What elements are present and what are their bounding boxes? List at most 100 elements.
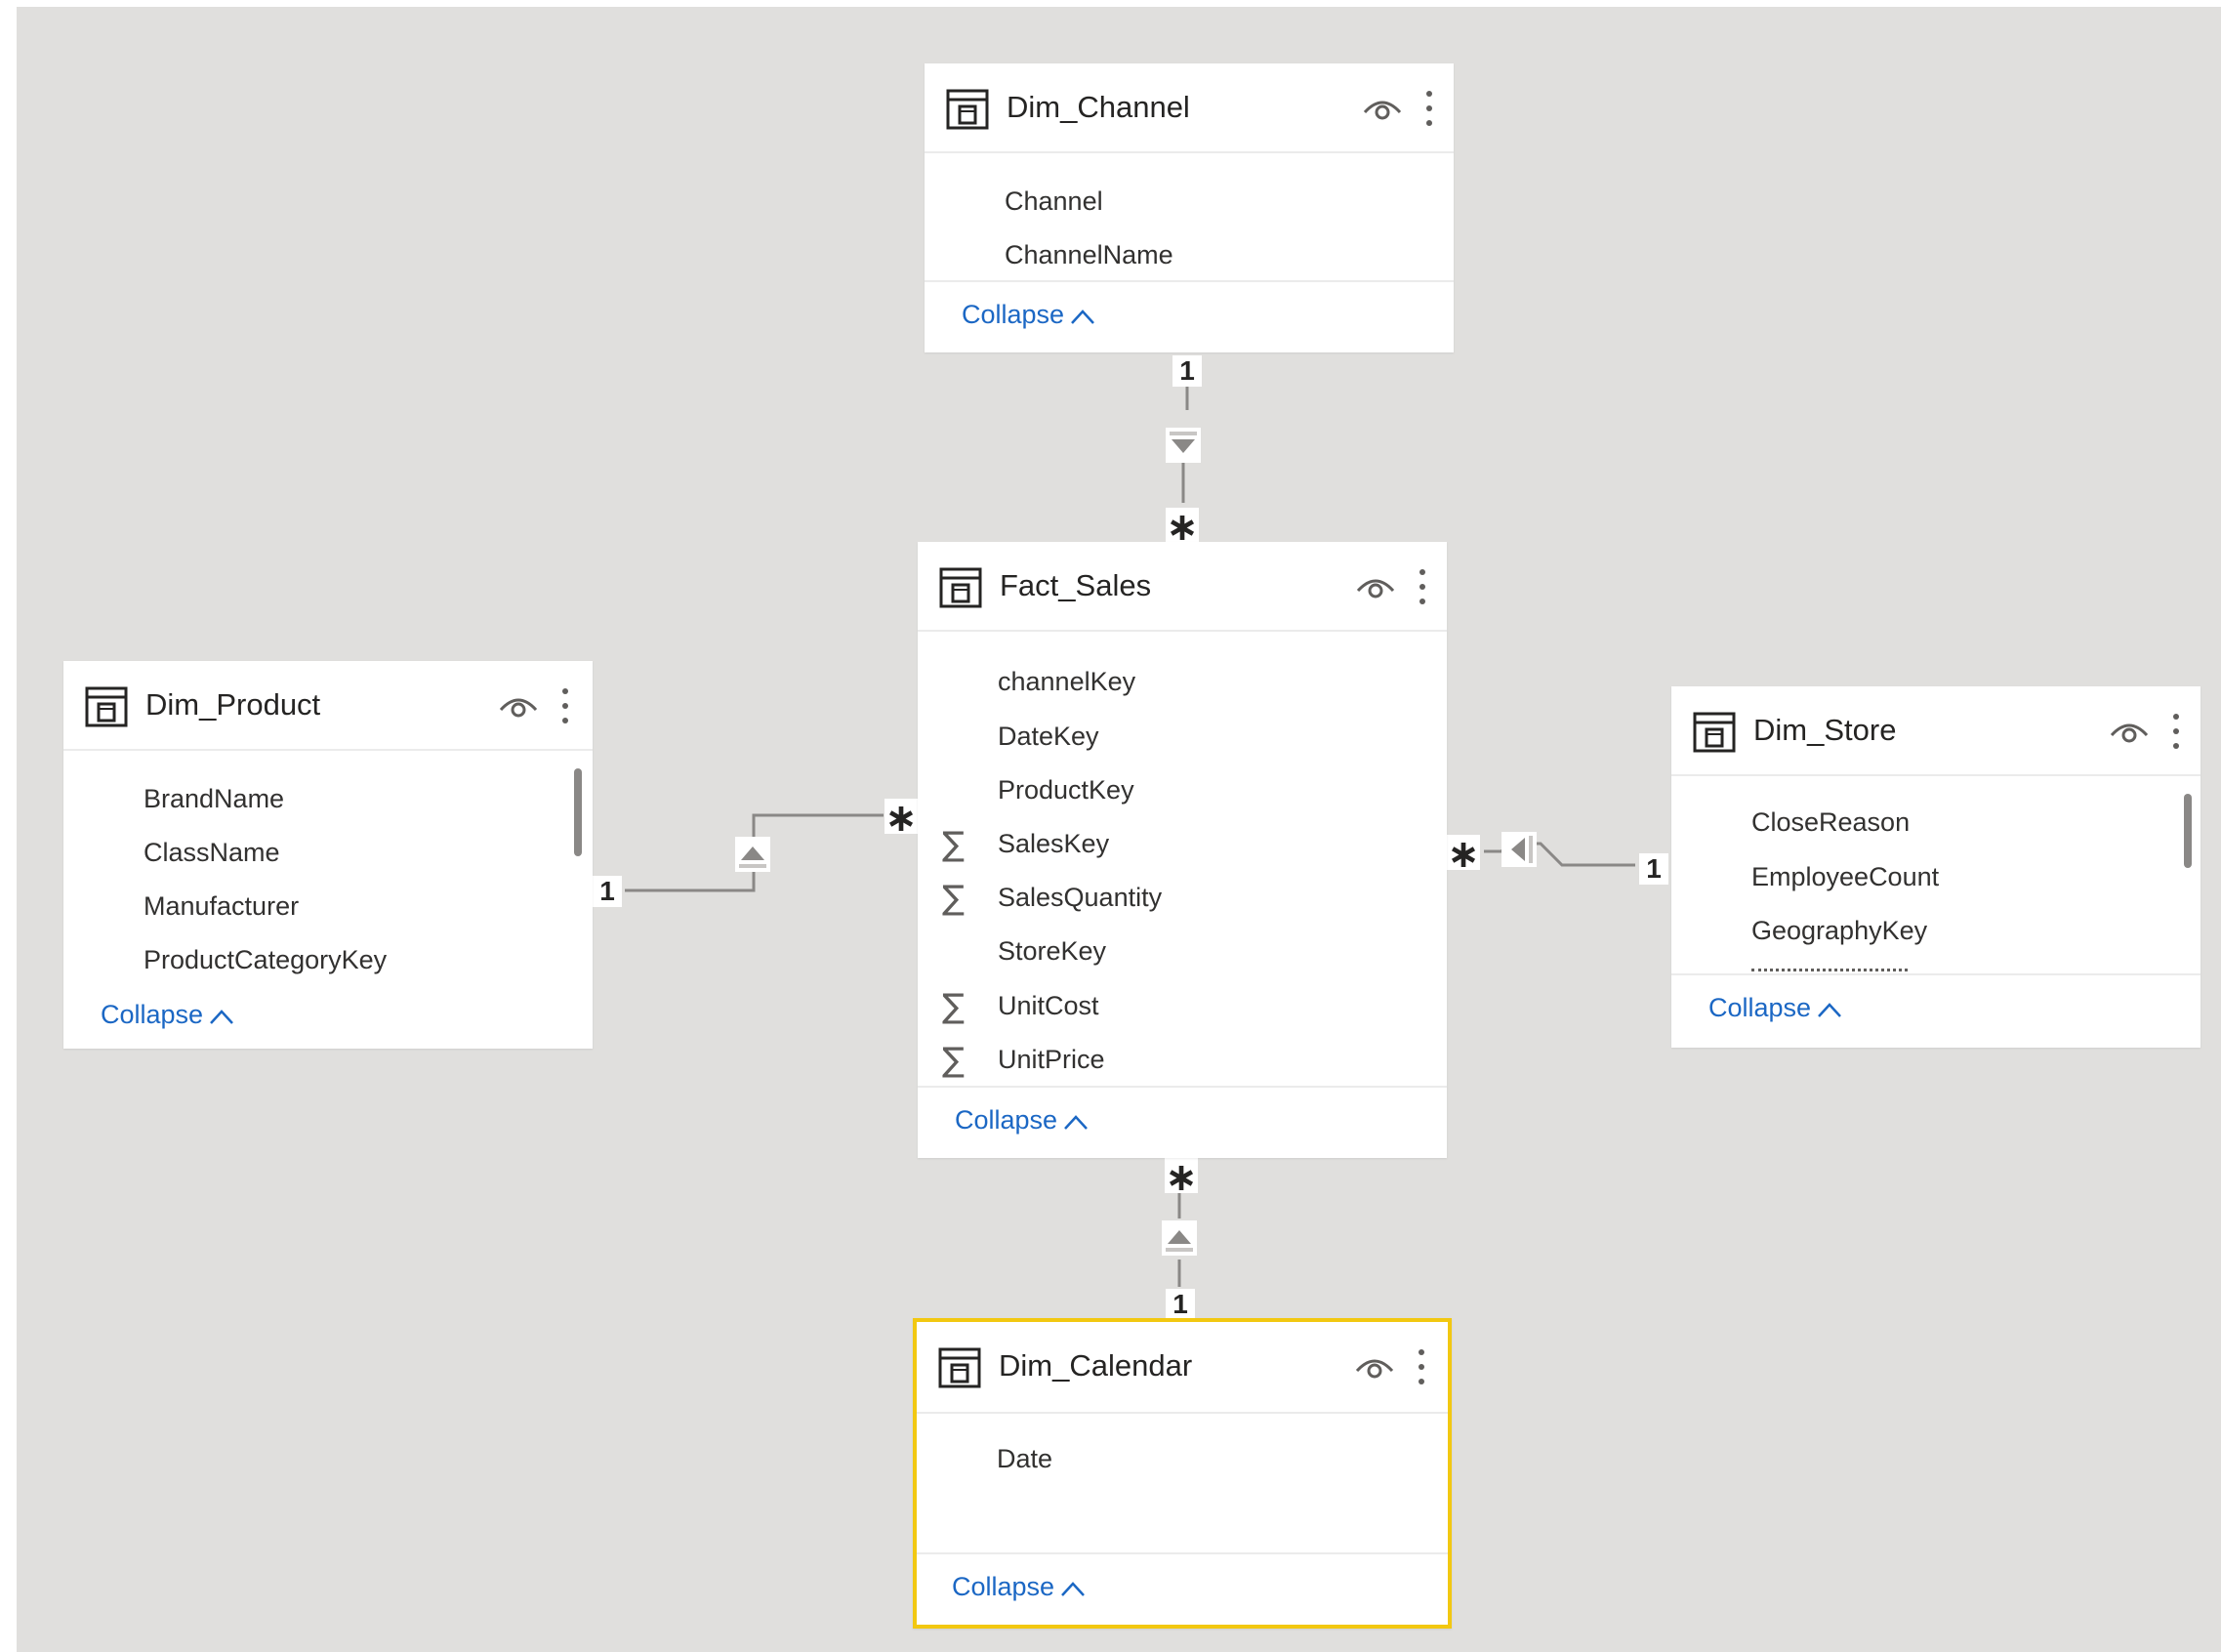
eye-icon[interactable]	[1362, 94, 1403, 123]
chevron-up-icon	[1818, 1003, 1841, 1017]
table-card-dim-store[interactable]: Dim_Store CloseReason EmployeeCount Geog…	[1671, 686, 2200, 1048]
field-label: channelKey	[998, 667, 1136, 696]
field-label: Channel	[1005, 186, 1103, 216]
field-row[interactable]: Manufacturer	[63, 884, 593, 934]
field-label: SalesKey	[998, 829, 1110, 858]
more-vertical-icon[interactable]	[560, 686, 570, 725]
field-label: ClassName	[144, 838, 280, 867]
field-row[interactable]: EmployeeCount	[1671, 854, 2200, 905]
field-row[interactable]: Date	[917, 1436, 1448, 1487]
field-label: DateKey	[998, 722, 1099, 751]
table-footer: Collapse	[63, 988, 593, 1049]
field-label: UnitPrice	[998, 1045, 1105, 1074]
field-row[interactable]: ChannelName	[925, 232, 1454, 283]
table-title: Dim_Channel	[1007, 90, 1190, 124]
field-row[interactable]: ∑ UnitPrice	[918, 1037, 1447, 1088]
table-header[interactable]: Dim_Calendar	[917, 1322, 1448, 1414]
table-header[interactable]: Dim_Store	[1671, 686, 2200, 776]
eye-icon[interactable]	[2109, 717, 2150, 746]
cardinality-one-label: 1	[1172, 355, 1202, 387]
table-footer: Collapse	[918, 1086, 1447, 1158]
table-title: Fact_Sales	[1000, 568, 1152, 602]
arrow-down-icon	[1170, 432, 1197, 453]
collapse-link[interactable]: Collapse	[1708, 993, 1842, 1023]
cardinality-one-label: 1	[1639, 853, 1668, 885]
table-card-dim-calendar[interactable]: Dim_Calendar Date Collapse	[913, 1318, 1452, 1629]
field-row[interactable]: ∑ SalesKey	[918, 821, 1447, 872]
sigma-icon: ∑	[942, 1041, 965, 1080]
field-row[interactable]: DateKey	[918, 714, 1447, 764]
arrow-left-icon	[1511, 836, 1533, 863]
field-label: ProductCategoryKey	[144, 945, 388, 974]
table-card-dim-channel[interactable]: Dim_Channel Channel ChannelName Collapse	[925, 63, 1454, 352]
field-row[interactable]: ∑ SalesQuantity	[918, 875, 1447, 926]
field-row[interactable]: StoreKey	[918, 929, 1447, 979]
table-icon	[946, 89, 989, 130]
table-card-fact-sales[interactable]: Fact_Sales channelKey DateKey ProductKey…	[918, 542, 1447, 1158]
field-row[interactable]: Channel	[925, 179, 1454, 229]
field-row[interactable]: ProductKey	[918, 767, 1447, 818]
more-vertical-icon[interactable]	[1418, 567, 1427, 606]
field-label: ProductKey	[998, 775, 1134, 805]
eye-icon[interactable]	[1354, 1352, 1395, 1382]
field-list[interactable]: CloseReason EmployeeCount GeographyKey	[1671, 776, 2200, 975]
table-footer: Collapse	[1671, 973, 2200, 1048]
cardinality-many-label: ∗	[1166, 508, 1199, 543]
field-label: Manufacturer	[144, 891, 300, 921]
field-row[interactable]: GeographyKey	[1671, 908, 2200, 959]
field-label: CloseReason	[1751, 807, 1911, 837]
field-row[interactable]: ClassName	[63, 830, 593, 881]
table-header[interactable]: Dim_Channel	[925, 63, 1454, 153]
field-label: SalesQuantity	[998, 883, 1163, 912]
sigma-icon: ∑	[942, 879, 965, 918]
chevron-up-icon	[1061, 1582, 1085, 1596]
field-row[interactable]: ∑ UnitCost	[918, 983, 1447, 1034]
filter-direction-up[interactable]	[735, 837, 770, 872]
field-label: BrandName	[144, 784, 285, 813]
table-footer: Collapse	[917, 1552, 1448, 1625]
table-icon	[939, 567, 982, 608]
filter-direction-down[interactable]	[1166, 428, 1201, 463]
cardinality-many-label: ∗	[884, 799, 918, 834]
eye-icon[interactable]	[1355, 572, 1396, 601]
field-label: StoreKey	[998, 936, 1107, 966]
field-label: GeographyKey	[1751, 916, 1928, 945]
cardinality-one-label: 1	[593, 876, 622, 907]
collapse-link[interactable]: Collapse	[962, 300, 1095, 330]
table-icon	[1693, 712, 1736, 753]
table-title: Dim_Store	[1753, 713, 1897, 747]
more-vertical-icon[interactable]	[1417, 1347, 1426, 1386]
arrow-up-icon	[739, 847, 766, 868]
table-footer: Collapse	[925, 280, 1454, 352]
cardinality-many-label: ∗	[1165, 1158, 1198, 1193]
table-header[interactable]: Fact_Sales	[918, 542, 1447, 632]
field-label: ChannelName	[1005, 240, 1173, 269]
filter-direction-up[interactable]	[1162, 1220, 1197, 1256]
field-row[interactable]: BrandName	[63, 776, 593, 827]
field-row[interactable]: channelKey	[918, 659, 1447, 710]
table-title: Dim_Product	[145, 687, 321, 722]
table-icon	[85, 686, 128, 727]
eye-icon[interactable]	[498, 691, 539, 721]
more-vertical-icon[interactable]	[2171, 712, 2181, 751]
scrollbar-thumb[interactable]	[2184, 794, 2192, 868]
table-icon	[938, 1347, 981, 1388]
arrow-up-icon	[1166, 1230, 1193, 1252]
sigma-icon: ∑	[942, 825, 965, 864]
collapse-link[interactable]: Collapse	[952, 1572, 1086, 1602]
field-label: EmployeeCount	[1751, 862, 1940, 891]
more-vertical-icon[interactable]	[1424, 89, 1434, 128]
chevron-up-icon	[1064, 1115, 1088, 1130]
scrollbar-thumb[interactable]	[574, 768, 582, 856]
cardinality-many-label: ∗	[1447, 835, 1480, 870]
collapse-link[interactable]: Collapse	[955, 1105, 1089, 1136]
filter-direction-left[interactable]	[1501, 832, 1537, 867]
sigma-icon: ∑	[942, 987, 965, 1026]
table-header[interactable]: Dim_Product	[63, 661, 593, 751]
cardinality-one-label: 1	[1166, 1289, 1195, 1320]
field-row[interactable]: CloseReason	[1671, 800, 2200, 850]
field-row[interactable]: ProductCategoryKey	[63, 937, 593, 988]
table-card-dim-product[interactable]: Dim_Product BrandName ClassName Manufact…	[63, 661, 593, 1049]
field-label: UnitCost	[998, 991, 1099, 1020]
collapse-link[interactable]: Collapse	[101, 1000, 234, 1030]
